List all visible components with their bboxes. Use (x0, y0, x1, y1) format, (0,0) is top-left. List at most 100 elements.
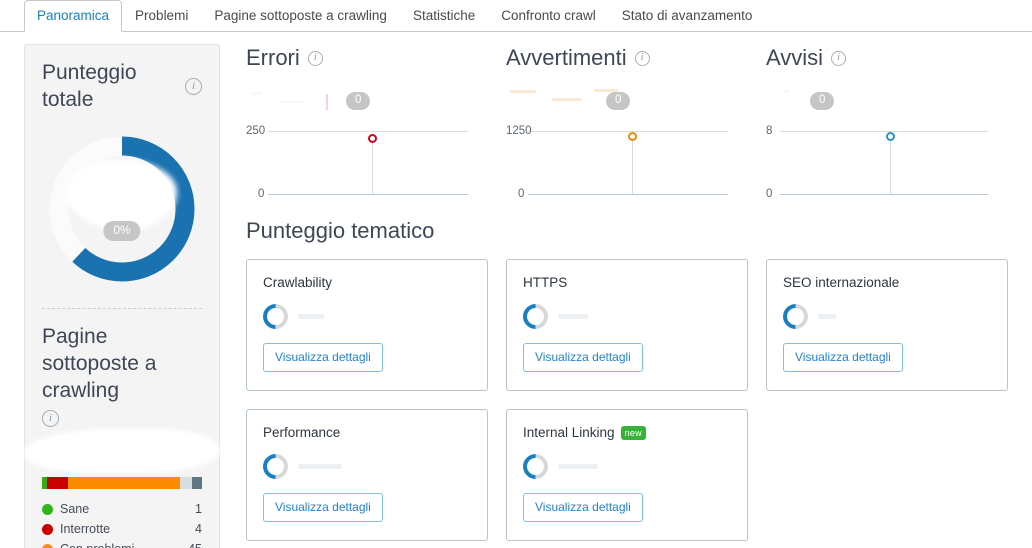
kpi-avvisi-ybottom: 0 (766, 188, 773, 200)
info-icon[interactable]: i (42, 410, 59, 427)
loading-spinner-icon (257, 448, 294, 484)
loading-row (517, 298, 731, 334)
kpi-avvertimenti-ytop: 1250 (506, 125, 532, 137)
loading-row (257, 448, 471, 484)
theme-card-https[interactable]: HTTPS Visualizza dettagli (506, 259, 748, 391)
kpi-avvertimenti-label: Avvertimenti (506, 45, 627, 70)
crawled-pages-stacked-bar (42, 477, 202, 489)
kpi-avvertimenti-title: Avvertimenti i (506, 44, 766, 72)
tab-stato-di-avanzamento[interactable]: Stato di avanzamento (609, 0, 766, 31)
legend-value-sane: 1 (195, 502, 202, 516)
kpi-errori-title: Errori i (246, 44, 506, 72)
kpi-row: Errori i 0 250 0 Avvertimenti i 0 1250 0… (246, 44, 1032, 201)
info-icon[interactable]: i (185, 77, 202, 95)
tab-bar: Panoramica Problemi Pagine sottoposte a … (0, 0, 1032, 32)
loading-row (257, 298, 471, 334)
legend-dot-interrotte (42, 523, 53, 535)
view-details-button[interactable]: Visualizza dettagli (263, 493, 383, 522)
kpi-errori-sparkline: 0 250 0 (246, 76, 468, 201)
kpi-avvertimenti-data-point[interactable] (628, 132, 637, 141)
view-details-button[interactable]: Visualizza dettagli (783, 343, 903, 372)
total-score-title-label: Punteggio totale (42, 61, 137, 111)
view-details-button[interactable]: Visualizza dettagli (263, 343, 383, 372)
placeholder-bar (298, 463, 342, 469)
tab-panoramica[interactable]: Panoramica (24, 0, 123, 32)
placeholder-bar (558, 313, 588, 319)
theme-card-seo-internazionale[interactable]: SEO internazionale Visualizza dettagli (766, 259, 1008, 391)
donut-percent-badge: 0% (103, 221, 141, 242)
total-score-donut: 0% (42, 129, 202, 289)
info-icon[interactable]: i (634, 50, 650, 66)
theme-score-title: Punteggio tematico (246, 218, 435, 243)
theme-card-crawlability[interactable]: Crawlability Visualizza dettagli (246, 259, 488, 391)
theme-card-performance-label: Performance (263, 425, 341, 440)
info-icon[interactable]: i (307, 50, 323, 66)
theme-card-performance-title: Performance (263, 424, 471, 442)
total-score-title: Punteggio totale i (42, 59, 202, 113)
kpi-avvertimenti-ybottom: 0 (518, 188, 525, 200)
sidebar-divider (42, 308, 202, 309)
legend-label-sane: Sane (60, 502, 90, 516)
kpi-errori-label: Errori (246, 45, 300, 70)
kpi-errori-badge: 0 (346, 92, 371, 110)
loading-spinner-icon (517, 298, 554, 334)
list-item: Interrotte 4 (42, 519, 202, 539)
stack-segment-bloccate (179, 477, 193, 489)
legend-label-interrotte: Interrotte (60, 522, 111, 536)
theme-score-card-grid: Crawlability Visualizza dettagli HTTPS V… (246, 259, 1032, 541)
theme-card-crawlability-title: Crawlability (263, 274, 471, 292)
view-details-button[interactable]: Visualizza dettagli (523, 493, 643, 522)
loading-spinner-icon (257, 298, 294, 334)
tab-statistiche[interactable]: Statistiche (400, 0, 488, 31)
legend-dot-con-problemi (42, 543, 53, 548)
loading-row (777, 298, 991, 334)
theme-card-crawlability-label: Crawlability (263, 275, 333, 290)
legend-label-con-problemi: Con problemi (60, 539, 188, 548)
loading-spinner-icon (777, 298, 814, 334)
placeholder-bar (558, 463, 598, 469)
kpi-errori-data-point[interactable] (368, 134, 377, 143)
tab-pagine-sottoposte-a-crawling[interactable]: Pagine sottoposte a crawling (201, 0, 400, 31)
kpi-avvertimenti-badge: 0 (606, 92, 631, 110)
kpi-avvisi-badge: 0 (810, 92, 835, 110)
kpi-avvisi: Avvisi i 0 8 0 (766, 44, 1003, 201)
list-item: Sane 1 (42, 499, 202, 519)
theme-card-internal-linking[interactable]: Internal Linking new Visualizza dettagli (506, 409, 748, 541)
loading-row (517, 448, 731, 484)
kpi-avvisi-title: Avvisi i (766, 44, 1003, 72)
view-details-button[interactable]: Visualizza dettagli (523, 343, 643, 372)
crawled-pages-info-row: i (42, 408, 202, 427)
theme-card-https-label: HTTPS (523, 275, 568, 290)
info-icon[interactable]: i (831, 50, 847, 66)
theme-card-internal-linking-label: Internal Linking (523, 425, 615, 440)
placeholder-bar (818, 313, 836, 319)
crawled-pages-title: Pagine sottoposte a crawling (42, 325, 157, 402)
main-content: Errori i 0 250 0 Avvertimenti i 0 1250 0… (220, 44, 1032, 548)
redacted-page-count (28, 433, 216, 469)
legend-value-con-problemi: 45 (188, 539, 202, 548)
placeholder-bar (298, 313, 324, 319)
theme-card-seo-internazionale-label: SEO internazionale (783, 275, 900, 290)
legend-value-interrotte: 4 (195, 522, 202, 536)
kpi-avvisi-label: Avvisi (766, 45, 824, 70)
theme-card-https-title: HTTPS (523, 274, 731, 292)
kpi-avvisi-sparkline: 0 8 0 (766, 76, 988, 201)
new-badge: new (620, 426, 646, 440)
kpi-avvertimenti-sparkline: 0 1250 0 (506, 76, 728, 201)
loading-spinner-icon (517, 448, 554, 484)
list-item: Con problemi 45 (42, 539, 202, 548)
crawled-pages-legend: Sane 1 Interrotte 4 Con problemi 45 (42, 499, 202, 548)
tab-confronto-crawl[interactable]: Confronto crawl (488, 0, 609, 31)
stack-segment-interrotte (46, 477, 68, 489)
kpi-errori: Errori i 0 250 0 (246, 44, 506, 201)
kpi-avvisi-ytop: 8 (766, 125, 773, 137)
kpi-errori-ybottom: 0 (258, 188, 265, 200)
kpi-avvisi-data-point[interactable] (886, 132, 895, 141)
theme-card-performance[interactable]: Performance Visualizza dettagli (246, 409, 488, 541)
tab-problemi[interactable]: Problemi (122, 0, 201, 31)
legend-dot-sane (42, 503, 53, 515)
total-score-panel: Punteggio totale i 0% Pagine sottoposte … (24, 44, 220, 548)
kpi-avvertimenti: Avvertimenti i 0 1250 0 (506, 44, 766, 201)
page-body: Punteggio totale i 0% Pagine sottoposte … (0, 32, 1032, 548)
stack-segment-altro (192, 477, 202, 489)
